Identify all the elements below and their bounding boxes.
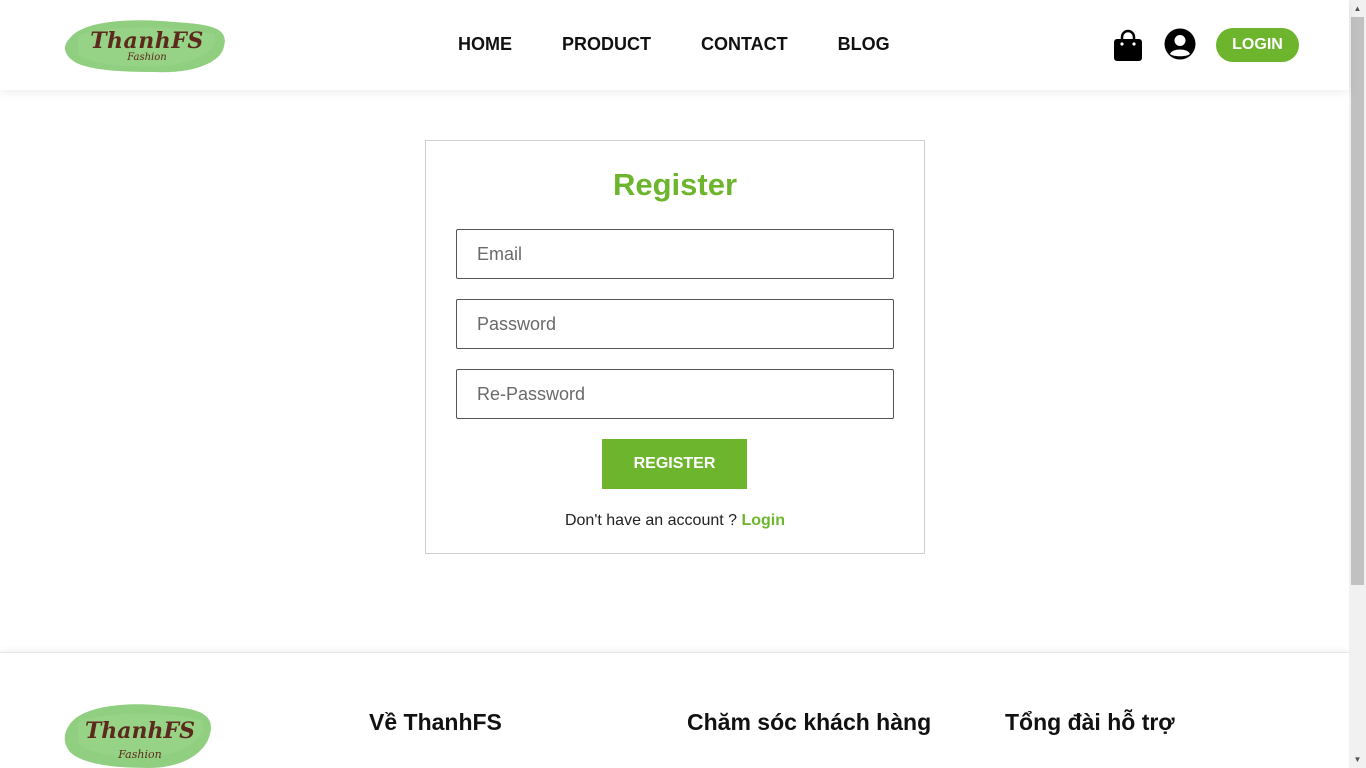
footer-logo-subtext: Fashion: [117, 748, 161, 761]
register-button[interactable]: REGISTER: [602, 439, 747, 489]
email-field[interactable]: [456, 229, 894, 279]
shopping-bag-icon[interactable]: [1113, 29, 1143, 62]
nav-home[interactable]: HOME: [458, 34, 512, 55]
account-prompt: Don't have an account ? Login: [426, 512, 924, 530]
page-scrollbar[interactable]: ▲ ▼: [1349, 0, 1366, 768]
user-circle-icon[interactable]: [1164, 28, 1196, 60]
logo-text: ThanhFS: [90, 28, 204, 54]
scroll-up-arrow-icon[interactable]: ▲: [1349, 0, 1366, 17]
brand-logo[interactable]: ThanhFS Fashion: [64, 16, 230, 76]
scroll-down-arrow-icon[interactable]: ▼: [1349, 751, 1366, 768]
site-header: ThanhFS Fashion HOME PRODUCT CONTACT BLO…: [0, 0, 1349, 90]
logo-subtext: Fashion: [127, 52, 167, 63]
footer-logo[interactable]: ThanhFS Fashion: [64, 700, 216, 768]
footer-heading-customer-care: Chăm sóc khách hàng: [687, 709, 932, 735]
register-form: Register REGISTER Don't have an account …: [425, 140, 925, 554]
nav-product[interactable]: PRODUCT: [562, 34, 651, 55]
login-button[interactable]: LOGIN: [1216, 28, 1299, 62]
footer-heading-hotline: Tổng đài hỗ trợ: [1005, 709, 1175, 735]
password-field[interactable]: [456, 299, 894, 349]
nav-blog[interactable]: BLOG: [838, 34, 890, 55]
account-prompt-text: Don't have an account ?: [564, 512, 742, 529]
site-footer: ThanhFS Fashion Về ThanhFS Chăm sóc khác…: [0, 652, 1349, 768]
footer-heading-about: Về ThanhFS: [369, 709, 502, 735]
repassword-field[interactable]: [456, 369, 894, 419]
login-link[interactable]: Login: [741, 512, 785, 529]
register-title: Register: [612, 167, 738, 202]
nav-contact[interactable]: CONTACT: [701, 34, 788, 55]
main-nav: HOME PRODUCT CONTACT BLOG: [458, 34, 890, 55]
logo-brush-icon: ThanhFS Fashion: [64, 704, 211, 768]
scroll-thumb[interactable]: [1351, 17, 1364, 585]
footer-logo-text: ThanhFS: [85, 718, 195, 744]
